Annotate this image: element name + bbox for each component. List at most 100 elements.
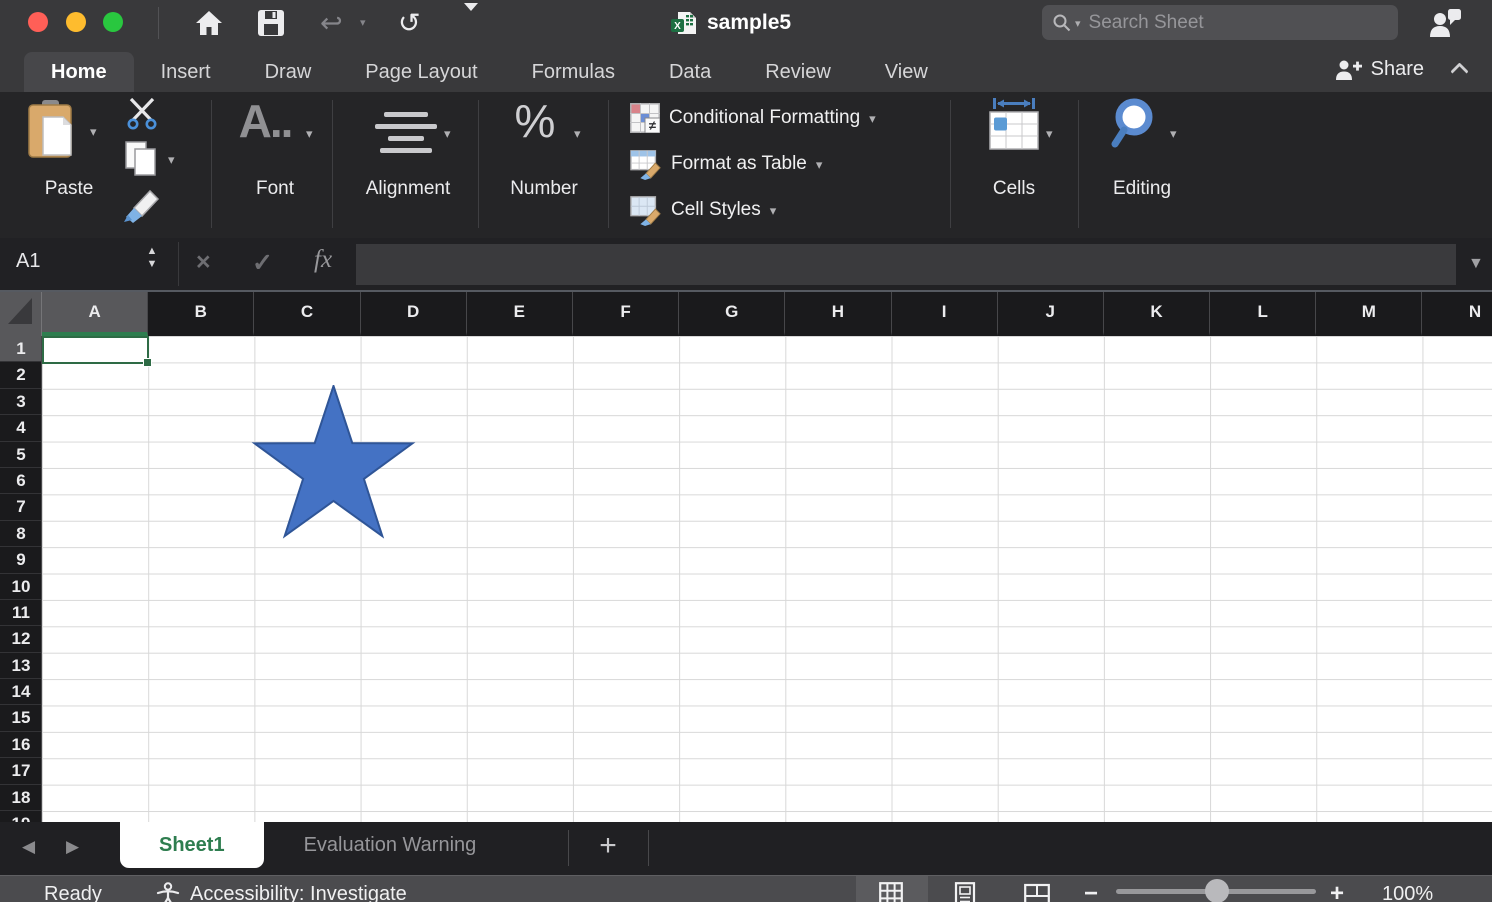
format-as-table-button[interactable]: Format as Table ▾ xyxy=(630,146,822,182)
row-header-12[interactable]: 12 xyxy=(0,626,42,652)
cut-icon[interactable] xyxy=(124,98,162,130)
contact-support-button[interactable] xyxy=(1428,8,1462,43)
row-header-4[interactable]: 4 xyxy=(0,415,42,441)
expand-formula-bar-icon[interactable]: ▼ xyxy=(1468,255,1484,273)
accessibility-status[interactable]: Accessibility: Investigate xyxy=(190,883,407,902)
undo-dropdown[interactable]: ▾ xyxy=(360,16,366,29)
sheet-nav-left-icon[interactable]: ◀ xyxy=(22,822,35,872)
conditional-formatting-button[interactable]: ≠ Conditional Formatting ▾ xyxy=(630,100,876,136)
column-header-n[interactable]: N xyxy=(1422,292,1492,336)
home-button[interactable] xyxy=(194,6,224,40)
row-header-2[interactable]: 2 xyxy=(0,362,42,388)
column-header-m[interactable]: M xyxy=(1316,292,1422,336)
select-all-button[interactable] xyxy=(0,292,42,336)
column-header-g[interactable]: G xyxy=(679,292,785,336)
conditional-formatting-dropdown[interactable]: ▾ xyxy=(869,111,876,127)
column-header-d[interactable]: D xyxy=(361,292,467,336)
star-shape[interactable] xyxy=(250,385,417,545)
row-header-10[interactable]: 10 xyxy=(0,574,42,600)
search-input[interactable] xyxy=(1089,12,1359,34)
cells-group-button[interactable]: ▾ Cells xyxy=(962,92,1066,238)
row-header-5[interactable]: 5 xyxy=(0,442,42,468)
number-group-button[interactable]: % ▾ Number xyxy=(494,92,594,238)
column-header-f[interactable]: F xyxy=(573,292,679,336)
row-header-1[interactable]: 1 xyxy=(0,336,42,362)
row-header-18[interactable]: 18 xyxy=(0,785,42,811)
insert-function-button[interactable]: fx xyxy=(314,246,332,274)
row-header-9[interactable]: 9 xyxy=(0,547,42,573)
alignment-dropdown[interactable]: ▾ xyxy=(444,126,451,142)
row-header-11[interactable]: 11 xyxy=(0,600,42,626)
search-field[interactable]: ▾ xyxy=(1042,5,1398,40)
search-scope-dropdown[interactable]: ▾ xyxy=(1075,17,1081,30)
sheet-tab-sheet1[interactable]: Sheet1 xyxy=(120,822,264,868)
column-header-a[interactable]: A xyxy=(42,292,148,336)
name-box-stepper[interactable]: ▲ ▼ xyxy=(143,245,161,271)
font-group-button[interactable]: A.. ▾ Font xyxy=(222,92,328,238)
collapse-ribbon-button[interactable] xyxy=(1452,61,1468,77)
close-button[interactable] xyxy=(28,12,48,32)
stepper-up-icon[interactable]: ▲ xyxy=(147,245,158,257)
copy-dropdown[interactable]: ▾ xyxy=(168,152,175,168)
row-header-17[interactable]: 17 xyxy=(0,758,42,784)
zoom-in-button[interactable]: + xyxy=(1330,880,1344,902)
cancel-button[interactable]: × xyxy=(196,248,211,277)
selected-cell-a1[interactable] xyxy=(42,336,149,364)
customize-toolbar-button[interactable] xyxy=(464,11,488,29)
stepper-down-icon[interactable]: ▼ xyxy=(147,258,158,270)
row-header-16[interactable]: 16 xyxy=(0,732,42,758)
zoom-slider-thumb[interactable] xyxy=(1205,879,1229,902)
sheet-nav-right-icon[interactable]: ▶ xyxy=(66,822,79,872)
undo-button[interactable]: ↩ xyxy=(320,6,343,40)
editing-dropdown[interactable]: ▾ xyxy=(1170,126,1177,142)
minimize-button[interactable] xyxy=(66,12,86,32)
save-button[interactable] xyxy=(257,6,285,40)
page-layout-view-button[interactable] xyxy=(953,882,977,902)
share-button[interactable]: Share xyxy=(1335,58,1424,81)
format-as-table-dropdown[interactable]: ▾ xyxy=(816,157,823,173)
row-header-14[interactable]: 14 xyxy=(0,679,42,705)
fullscreen-button[interactable] xyxy=(103,12,123,32)
paste-dropdown[interactable]: ▾ xyxy=(90,124,97,140)
fill-handle[interactable] xyxy=(143,358,152,367)
tab-data[interactable]: Data xyxy=(642,52,738,92)
row-header-6[interactable]: 6 xyxy=(0,468,42,494)
column-header-i[interactable]: I xyxy=(892,292,998,336)
row-header-8[interactable]: 8 xyxy=(0,521,42,547)
tab-draw[interactable]: Draw xyxy=(238,52,339,92)
tab-review[interactable]: Review xyxy=(738,52,858,92)
cell-styles-dropdown[interactable]: ▾ xyxy=(770,203,777,219)
name-box[interactable]: A1 xyxy=(16,250,40,273)
page-break-view-button[interactable] xyxy=(1024,882,1050,902)
redo-button[interactable]: ↺ xyxy=(398,6,421,40)
row-header-15[interactable]: 15 xyxy=(0,705,42,731)
column-header-e[interactable]: E xyxy=(467,292,573,336)
tab-view[interactable]: View xyxy=(858,52,955,92)
column-header-k[interactable]: K xyxy=(1104,292,1210,336)
editing-group-button[interactable]: ▾ Editing xyxy=(1094,92,1190,238)
row-header-3[interactable]: 3 xyxy=(0,389,42,415)
column-header-j[interactable]: J xyxy=(998,292,1104,336)
row-header-19[interactable]: 19 xyxy=(0,811,42,822)
column-header-b[interactable]: B xyxy=(148,292,254,336)
alignment-group-button[interactable]: ▾ Alignment xyxy=(352,92,464,238)
font-dropdown[interactable]: ▾ xyxy=(306,126,313,142)
add-sheet-button[interactable]: + xyxy=(586,822,630,872)
row-header-13[interactable]: 13 xyxy=(0,653,42,679)
paste-button[interactable]: ▾ Paste xyxy=(14,92,124,238)
row-header-7[interactable]: 7 xyxy=(0,494,42,520)
tab-insert[interactable]: Insert xyxy=(134,52,238,92)
sheet-tab-evaluation-warning[interactable]: Evaluation Warning xyxy=(264,822,517,868)
format-painter-icon[interactable] xyxy=(120,188,162,224)
copy-icon[interactable] xyxy=(124,140,158,178)
cells-dropdown[interactable]: ▾ xyxy=(1046,126,1053,142)
number-dropdown[interactable]: ▾ xyxy=(574,126,581,142)
zoom-out-button[interactable]: − xyxy=(1084,880,1098,902)
enter-button[interactable]: ✓ xyxy=(252,248,273,278)
tab-home[interactable]: Home xyxy=(24,52,134,92)
column-header-l[interactable]: L xyxy=(1210,292,1316,336)
tab-formulas[interactable]: Formulas xyxy=(505,52,642,92)
formula-input[interactable] xyxy=(356,244,1456,285)
cell-area[interactable] xyxy=(42,336,1492,822)
column-header-c[interactable]: C xyxy=(254,292,360,336)
